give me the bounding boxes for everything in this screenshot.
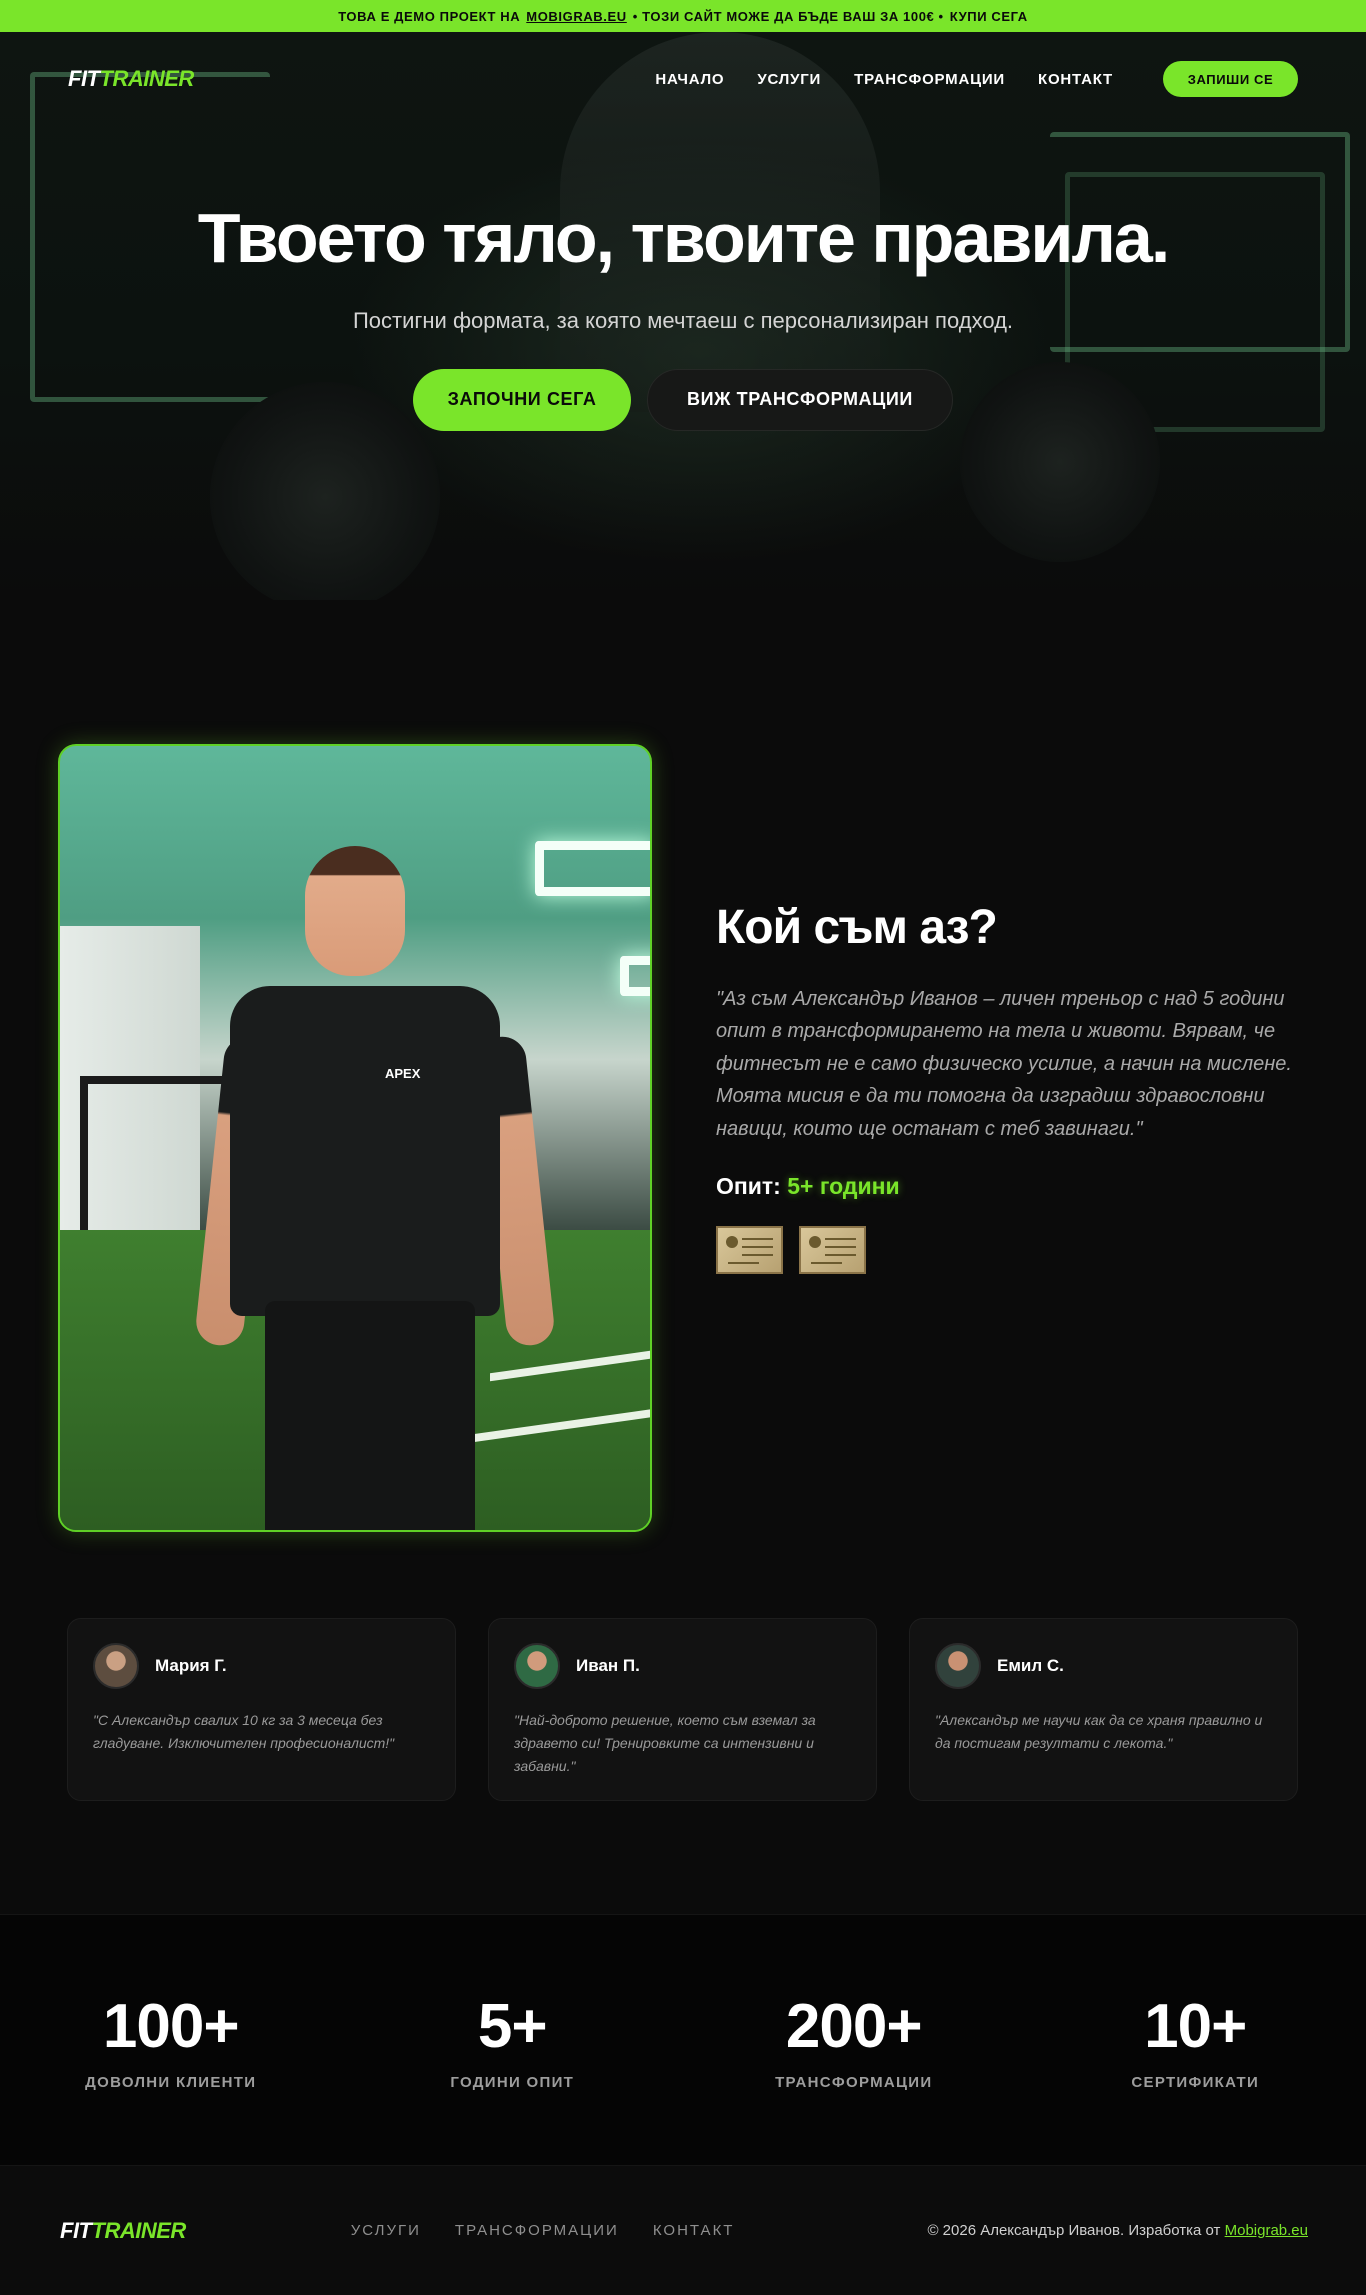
view-transformations-button[interactable]: ВИЖ ТРАНСФОРМАЦИИ: [647, 369, 953, 431]
stat-value: 200+: [683, 1996, 1025, 2058]
nav-item-contact[interactable]: КОНТАКТ: [1038, 71, 1113, 88]
footer-links: УСЛУГИ ТРАНСФОРМАЦИИ КОНТАКТ: [351, 2222, 735, 2239]
experience-label: Опит:: [716, 1173, 781, 1199]
signup-button[interactable]: ЗАПИШИ СЕ: [1163, 61, 1298, 97]
avatar: [935, 1643, 981, 1689]
testimonials-section: Мария Г. "С Александър свалих 10 кг за 3…: [0, 1618, 1366, 1915]
trainer-legs: [265, 1301, 475, 1532]
promo-prefix: ТОВА Е ДЕМО ПРОЕКТ НА: [338, 9, 520, 24]
testimonial-text: "Най-доброто решение, което съм вземал з…: [514, 1709, 851, 1778]
trainer-head: [305, 846, 405, 976]
testimonial-header: Иван П.: [514, 1643, 851, 1689]
testimonial-header: Емил С.: [935, 1643, 1272, 1689]
photo-bg-ceiling-light-small: [620, 956, 652, 996]
experience-line: Опит: 5+ години: [716, 1173, 1306, 1200]
experience-value: 5+ години: [787, 1173, 899, 1199]
testimonial-header: Мария Г.: [93, 1643, 430, 1689]
footer: FITTRAINER УСЛУГИ ТРАНСФОРМАЦИИ КОНТАКТ …: [0, 2165, 1366, 2295]
hero-buttons: ЗАПОЧНИ СЕГА ВИЖ ТРАНСФОРМАЦИИ: [0, 369, 1366, 431]
certificate-thumbnail[interactable]: [716, 1226, 783, 1274]
about-text: Кой съм аз? "Аз съм Александър Иванов – …: [716, 900, 1306, 1274]
copyright-link[interactable]: Mobigrab.eu: [1225, 2222, 1308, 2239]
about-quote: "Аз съм Александър Иванов – личен треньо…: [716, 983, 1306, 1145]
footer-logo[interactable]: FITTRAINER: [60, 2218, 186, 2244]
about-heading: Кой съм аз?: [716, 900, 1306, 955]
stat-value: 100+: [0, 1996, 342, 2058]
nav-links: НАЧАЛО УСЛУГИ ТРАНСФОРМАЦИИ КОНТАКТ: [655, 71, 1113, 88]
stat-clients: 100+ ДОВОЛНИ КЛИЕНТИ: [0, 1996, 342, 2091]
site-logo[interactable]: FITTRAINER: [68, 66, 194, 92]
stat-label: ТРАНСФОРМАЦИИ: [683, 2074, 1025, 2091]
testimonial-text: "С Александър свалих 10 кг за 3 месеца б…: [93, 1709, 430, 1755]
main-nav: FITTRAINER НАЧАЛО УСЛУГИ ТРАНСФОРМАЦИИ К…: [0, 32, 1366, 126]
promo-link[interactable]: MOBIGRAB.EU: [526, 9, 627, 24]
stat-label: ГОДИНИ ОПИТ: [342, 2074, 684, 2091]
testimonial-card: Емил С. "Александър ме научи как да се х…: [909, 1618, 1298, 1801]
promo-middle: • ТОЗИ САЙТ МОЖЕ ДА БЪДЕ ВАШ ЗА 100€ •: [633, 9, 944, 24]
certificates: [716, 1226, 1306, 1274]
testimonial-name: Емил С.: [997, 1656, 1064, 1676]
stat-value: 5+: [342, 1996, 684, 2058]
testimonial-card: Иван П. "Най-доброто решение, което съм …: [488, 1618, 877, 1801]
logo-part-fit: FIT: [60, 2218, 92, 2243]
trainer-figure: APEX: [210, 846, 540, 1532]
footer-link-contact[interactable]: КОНТАКТ: [653, 2222, 735, 2239]
testimonial-name: Иван П.: [576, 1656, 640, 1676]
stats-section: 100+ ДОВОЛНИ КЛИЕНТИ 5+ ГОДИНИ ОПИТ 200+…: [0, 1915, 1366, 2165]
promo-bar: ТОВА Е ДЕМО ПРОЕКТ НА MOBIGRAB.EU • ТОЗИ…: [0, 0, 1366, 32]
nav-item-services[interactable]: УСЛУГИ: [757, 71, 821, 88]
about-section: APEX Кой съм аз? "Аз съм Александър Иван…: [0, 600, 1366, 1618]
logo-part-trainer: TRAINER: [100, 66, 194, 91]
trainer-torso: [230, 986, 500, 1316]
hero-subtitle: Постигни формата, за която мечтаеш с пер…: [333, 304, 1033, 337]
stat-label: СЕРТИФИКАТИ: [1025, 2074, 1366, 2091]
nav-item-transformations[interactable]: ТРАНСФОРМАЦИИ: [854, 71, 1005, 88]
copyright-text: © 2026 Александър Иванов. Изработка от: [927, 2222, 1220, 2239]
certificate-thumbnail[interactable]: [799, 1226, 866, 1274]
hero-title: Твоето тяло, твоите правила.: [0, 202, 1366, 276]
stat-transformations: 200+ ТРАНСФОРМАЦИИ: [683, 1996, 1025, 2091]
testimonial-text: "Александър ме научи как да се храня пра…: [935, 1709, 1272, 1755]
footer-link-services[interactable]: УСЛУГИ: [351, 2222, 421, 2239]
photo-bg-ceiling-light: [535, 841, 652, 896]
promo-buy-link[interactable]: КУПИ СЕГА: [950, 9, 1028, 24]
hero-content: Твоето тяло, твоите правила. Постигни фо…: [0, 202, 1366, 431]
nav-item-home[interactable]: НАЧАЛО: [655, 71, 724, 88]
shirt-logo: APEX: [385, 1066, 420, 1081]
trainer-photo: APEX: [58, 744, 652, 1532]
stat-value: 10+: [1025, 1996, 1366, 2058]
logo-part-fit: FIT: [68, 66, 100, 91]
stat-experience: 5+ ГОДИНИ ОПИТ: [342, 1996, 684, 2091]
avatar: [514, 1643, 560, 1689]
avatar: [93, 1643, 139, 1689]
logo-part-trainer: TRAINER: [92, 2218, 186, 2243]
start-now-button[interactable]: ЗАПОЧНИ СЕГА: [413, 369, 631, 431]
testimonial-name: Мария Г.: [155, 1656, 227, 1676]
stat-certificates: 10+ СЕРТИФИКАТИ: [1025, 1996, 1366, 2091]
hero-section: FITTRAINER НАЧАЛО УСЛУГИ ТРАНСФОРМАЦИИ К…: [0, 32, 1366, 600]
testimonial-card: Мария Г. "С Александър свалих 10 кг за 3…: [67, 1618, 456, 1801]
stat-label: ДОВОЛНИ КЛИЕНТИ: [0, 2074, 342, 2091]
footer-copyright: © 2026 Александър Иванов. Изработка от M…: [927, 2222, 1308, 2239]
footer-link-transformations[interactable]: ТРАНСФОРМАЦИИ: [455, 2222, 619, 2239]
